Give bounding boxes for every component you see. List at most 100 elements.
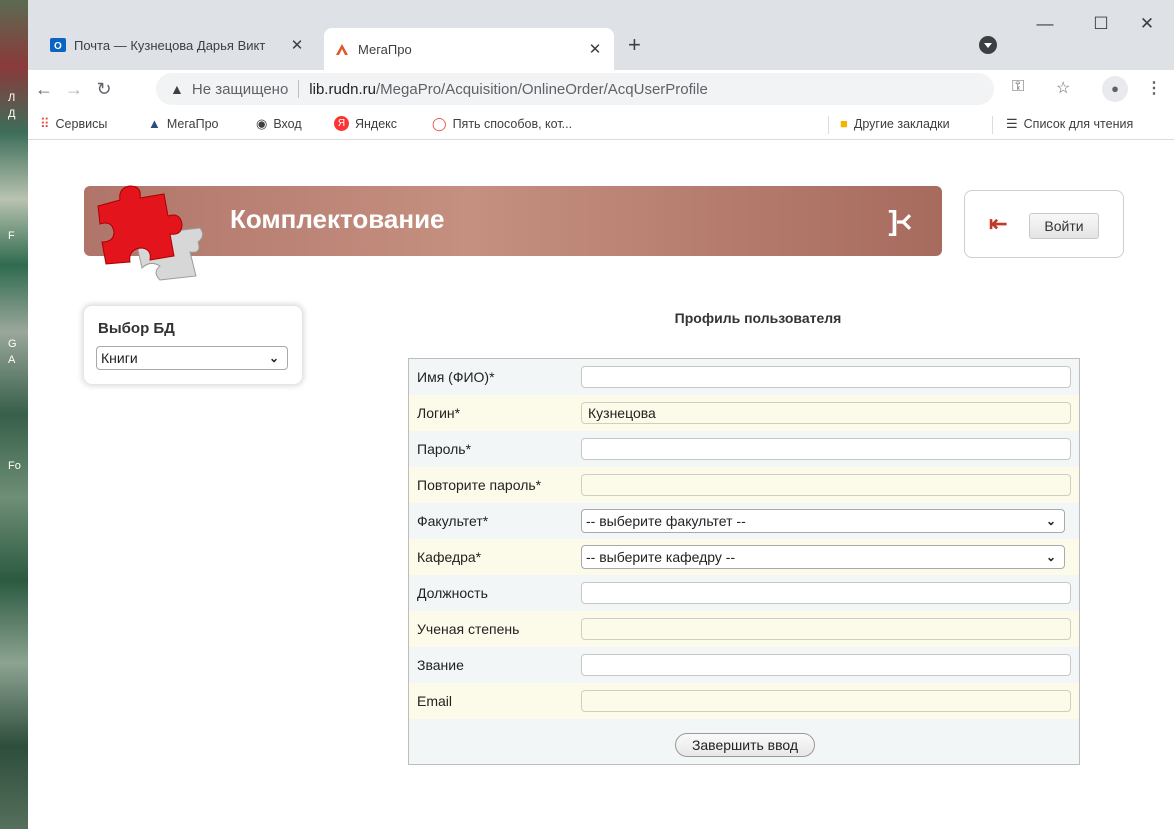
bookmark-login[interactable]: ◉ Вход — [256, 116, 302, 132]
desktop-text-fragment: Л — [8, 92, 16, 104]
tab-title: МегаПро — [358, 41, 412, 57]
security-status[interactable]: Не защищено — [192, 81, 288, 98]
bookmark-label: МегаПро — [166, 116, 219, 131]
reading-list-icon: ☰ — [1006, 116, 1018, 131]
faculty-select[interactable]: -- выберите факультет -- ⌄ — [581, 509, 1065, 533]
department-selected-value: -- выберите кафедру -- — [586, 549, 736, 565]
speech-bubble-icon: ◯ — [432, 116, 447, 131]
database-selector-panel: Выбор БД Книги ⌄ — [84, 306, 302, 384]
warning-triangle-icon[interactable]: ▲ — [170, 81, 184, 97]
puzzle-logo-icon — [97, 185, 204, 281]
chevron-down-icon: ⌄ — [1045, 550, 1056, 564]
desktop-background-strip: Л Д F G A Fo — [0, 0, 28, 829]
banner-title: Комплектование — [230, 204, 445, 234]
field-label: Ученая степень — [417, 621, 520, 637]
form-row-department: Кафедра* -- выберите кафедру -- ⌄ — [409, 539, 1079, 575]
login-door-icon[interactable]: ⇤ — [989, 211, 1007, 237]
submit-button[interactable]: Завершить ввод — [675, 733, 815, 757]
desktop-text-fragment: Д — [8, 108, 16, 120]
bookmark-label: Яндекс — [355, 116, 398, 131]
star-bookmark-icon[interactable]: ☆ — [1056, 78, 1070, 98]
password-repeat-field[interactable] — [581, 474, 1071, 496]
desktop-text-fragment: Fo — [8, 460, 21, 472]
field-label: Пароль* — [417, 441, 472, 457]
bookmark-label: Пять способов, кот... — [452, 117, 573, 131]
academic-title-field[interactable] — [581, 654, 1071, 676]
field-label: Должность — [417, 585, 488, 601]
close-icon[interactable]: ✕ — [288, 36, 306, 54]
login-button[interactable]: Войти — [1029, 213, 1099, 239]
desktop-text-fragment: G — [8, 338, 17, 350]
outlook-icon: O — [50, 38, 66, 52]
field-label: Логин* — [417, 405, 461, 421]
back-arrow-icon[interactable]: ← — [30, 79, 58, 100]
megapro-icon: ▲ — [148, 116, 161, 131]
form-row-name: Имя (ФИО)* — [409, 359, 1079, 395]
bookmark-five-ways[interactable]: ◯ Пять способов, кот... — [432, 116, 572, 132]
faculty-selected-value: -- выберите факультет -- — [586, 513, 746, 529]
address-bar[interactable]: ▲ Не защищено lib.rudn.ru/MegaPro/Acquis… — [156, 73, 994, 105]
page-title: Профиль пользователя — [674, 310, 842, 326]
key-icon[interactable]: ⚿ — [1012, 78, 1024, 96]
bookmark-label: Список для чтения — [1023, 117, 1134, 131]
reload-icon[interactable]: ↻ — [90, 79, 118, 100]
forward-arrow-icon[interactable]: → — [60, 79, 88, 100]
position-field[interactable] — [581, 582, 1071, 604]
tab-title: Почта — Кузнецова Дарья Викт — [74, 37, 266, 53]
form-row-email: Email — [409, 683, 1079, 719]
form-row-degree: Ученая степень — [409, 611, 1079, 647]
form-row-password-repeat: Повторите пароль* — [409, 467, 1079, 503]
field-label: Факультет* — [417, 513, 489, 529]
menu-dots-icon[interactable]: ⋮ — [1146, 78, 1162, 98]
page-content: Комплектование ]᚜ ⇤ Войти Выбор БД Книги… — [28, 140, 1174, 829]
chevron-down-icon: ⌄ — [268, 351, 279, 365]
browser-toolbar: ← → ↻ ▲ Не защищено lib.rudn.ru/MegaPro/… — [28, 70, 1174, 108]
browser-window: O Почта — Кузнецова Дарья Викт ✕ МегаПро… — [28, 0, 1174, 829]
bookmark-label: Сервисы — [55, 117, 108, 131]
close-window-button[interactable]: ✕ — [1132, 14, 1162, 34]
yandex-icon: Я — [334, 116, 349, 131]
maximize-button[interactable]: ☐ — [1086, 14, 1116, 34]
bookmark-yandex[interactable]: Я Яндекс — [334, 116, 397, 131]
field-label: Имя (ФИО)* — [417, 369, 495, 385]
megapro-logo-icon: ]᚜ — [888, 205, 912, 236]
folder-icon: ■ — [840, 116, 848, 131]
password-field[interactable] — [581, 438, 1071, 460]
bookmark-other[interactable]: ■ Другие закладки — [840, 116, 950, 131]
tab-megapro[interactable]: МегаПро ✕ — [324, 28, 614, 70]
bookmark-megapro[interactable]: ▲ МегаПро — [148, 116, 219, 131]
address-separator — [298, 80, 300, 98]
form-row-password: Пароль* — [409, 431, 1079, 467]
form-row-position: Должность — [409, 575, 1079, 611]
email-field[interactable] — [581, 690, 1071, 712]
new-tab-button[interactable]: + — [628, 32, 641, 58]
name-field[interactable] — [581, 366, 1071, 388]
database-select[interactable]: Книги ⌄ — [96, 346, 288, 370]
department-select[interactable]: -- выберите кафедру -- ⌄ — [581, 545, 1065, 569]
bookmarks-separator — [828, 116, 829, 134]
tab-mail[interactable]: O Почта — Кузнецова Дарья Викт ✕ — [40, 28, 316, 62]
reading-list[interactable]: ☰ Список для чтения — [1006, 116, 1133, 132]
url-host: lib.rudn.ru — [309, 80, 376, 98]
bookmarks-bar: ⠿ Сервисы ▲ МегаПро ◉ Вход Я Яндекс ◯ Пять сп… — [28, 108, 1174, 140]
profile-avatar-icon[interactable]: ● — [1102, 76, 1128, 102]
apps-grid-icon: ⠿ — [40, 116, 50, 131]
header-banner: Комплектование ]᚜ — [84, 186, 942, 256]
globe-icon: ◉ — [256, 116, 268, 131]
form-row-faculty: Факультет* -- выберите факультет -- ⌄ — [409, 503, 1079, 539]
bookmarks-separator — [992, 116, 993, 134]
form-row-login: Логин* — [409, 395, 1079, 431]
tab-search-icon[interactable] — [979, 36, 997, 54]
field-label: Повторите пароль* — [417, 477, 542, 493]
database-selector-label: Выбор БД — [98, 320, 175, 337]
close-icon[interactable]: ✕ — [586, 40, 604, 58]
bookmark-services[interactable]: ⠿ Сервисы — [40, 116, 107, 132]
bookmark-label: Вход — [273, 117, 302, 131]
login-panel: ⇤ Войти — [964, 190, 1124, 258]
desktop-text-fragment: F — [8, 230, 15, 242]
desktop-text-fragment: A — [8, 354, 16, 366]
degree-field[interactable] — [581, 618, 1071, 640]
login-field[interactable] — [581, 402, 1071, 424]
minimize-button[interactable]: — — [1030, 14, 1060, 34]
bookmark-label: Другие закладки — [853, 116, 950, 131]
